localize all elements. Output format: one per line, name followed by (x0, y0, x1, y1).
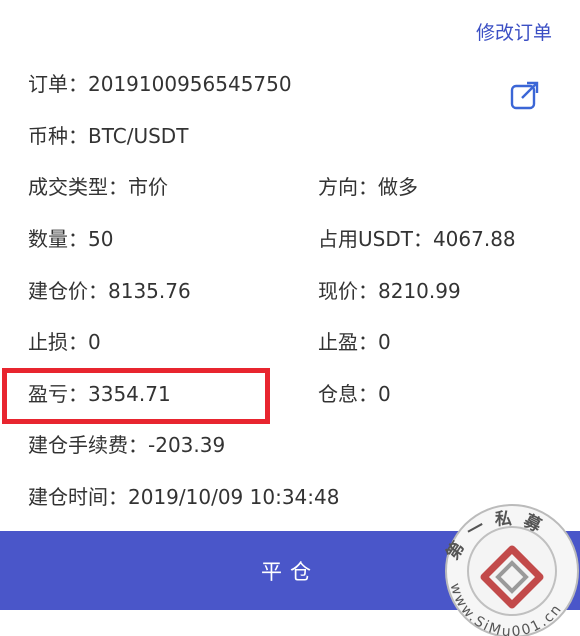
highlight-box (2, 368, 270, 424)
open-price: 建仓价：8135.76 (28, 279, 191, 303)
share-icon[interactable] (508, 78, 542, 112)
margin-used: 占用USDT：4067.88 (318, 227, 516, 251)
direction: 方向：做多 (318, 175, 418, 199)
overnight-fee: 仓息：0 (318, 382, 391, 406)
take-profit: 止盈：0 (318, 330, 391, 354)
stop-loss: 止损：0 (28, 330, 101, 354)
open-fee: 建仓手续费：-203.39 (28, 433, 226, 457)
symbol: 币种：BTC/USDT (28, 124, 189, 148)
open-time: 建仓时间：2019/10/09 10:34:48 (28, 485, 340, 509)
modify-order-link[interactable]: 修改订单 (476, 18, 552, 45)
watermark-logo: 第一私募 www.SiMu001.cn (442, 504, 579, 636)
trade-type: 成交类型：市价 (28, 175, 168, 199)
order-number: 订单：2019100956545750 (28, 72, 292, 96)
current-price: 现价：8210.99 (318, 279, 461, 303)
quantity: 数量：50 (28, 227, 114, 251)
